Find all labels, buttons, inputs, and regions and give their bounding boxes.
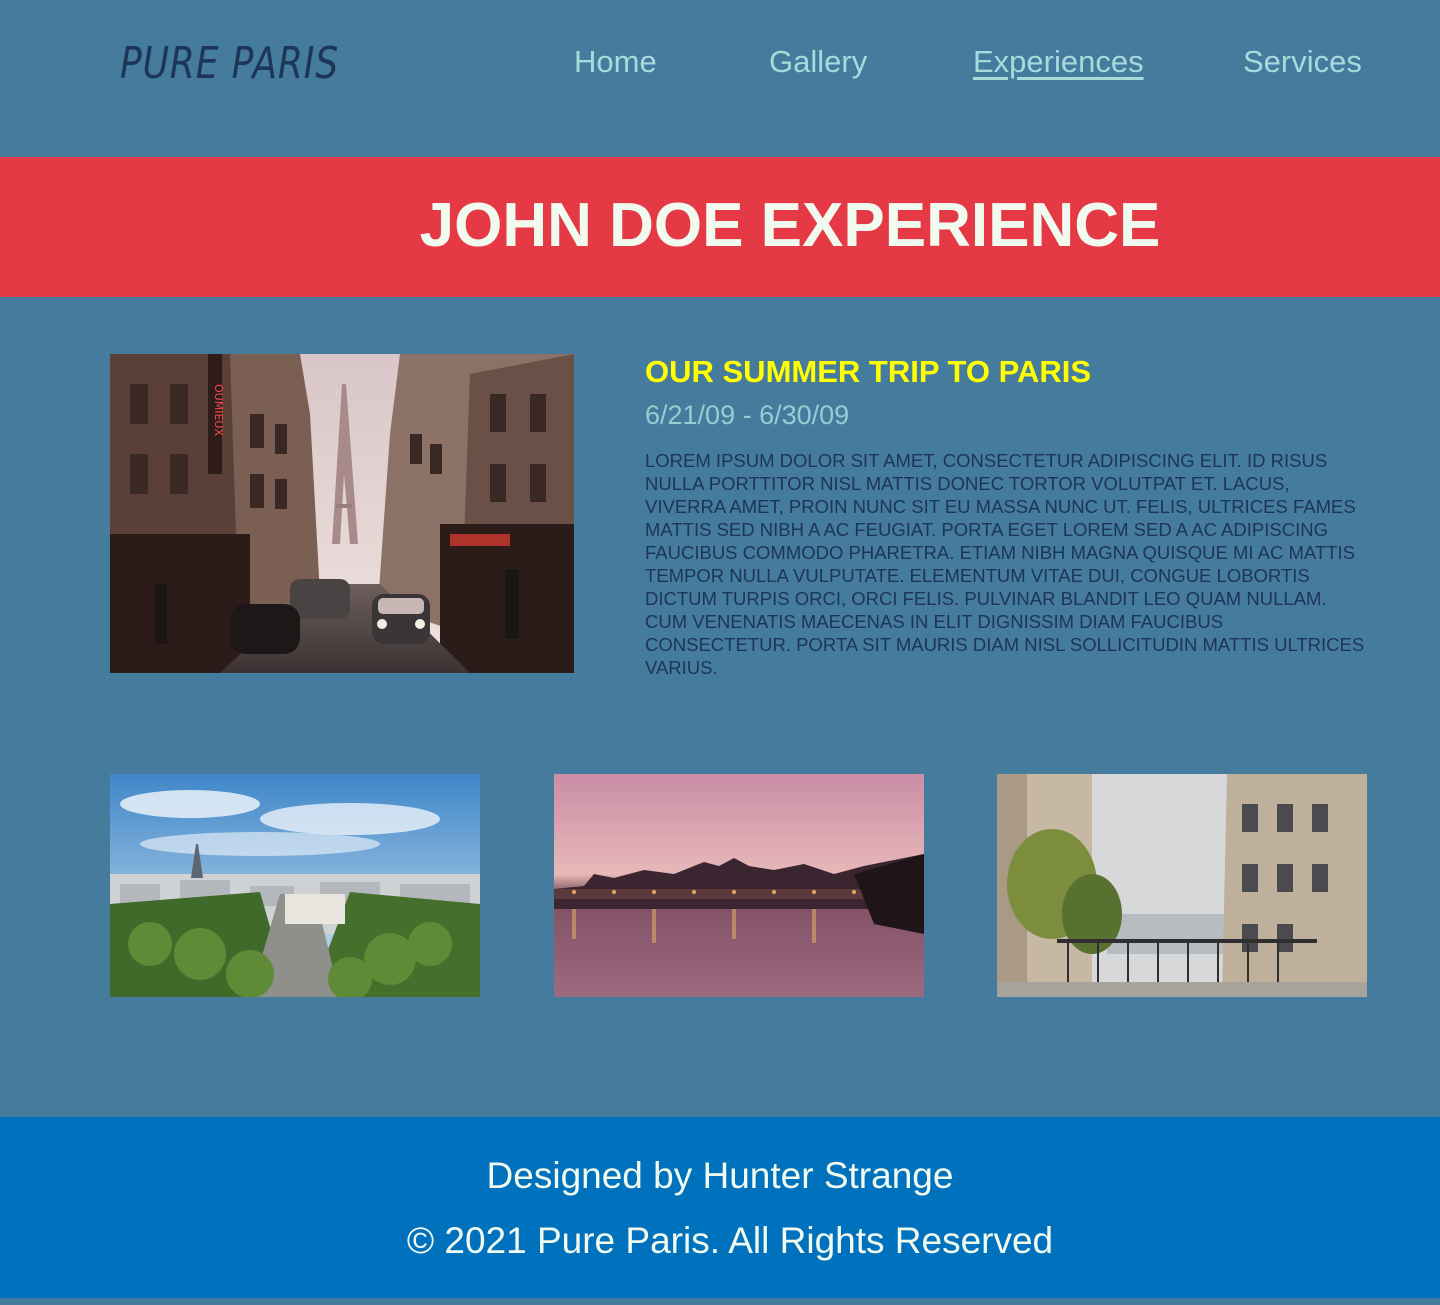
paris-street-photo: OUMIEUX [110, 354, 574, 673]
footer-credit: Designed by Hunter Strange [486, 1155, 954, 1196]
trip-description: Lorem ipsum dolor sit amet, consectetur … [645, 450, 1365, 678]
nav-link-services[interactable]: Services [1243, 44, 1362, 80]
svg-text:OUMIEUX: OUMIEUX [212, 384, 225, 436]
trip-title: OUR SUMMER TRIP TO PARIS [645, 354, 1092, 389]
site-logo[interactable]: PURE PARIS [120, 38, 339, 89]
montmartre-balcony-photo[interactable] [997, 774, 1367, 997]
hero-banner: JOHN DOE EXPERIENCE [0, 157, 1440, 297]
footer-copyright: © 2021 Pure Paris. All Rights Reserved [406, 1220, 1054, 1261]
nav-link-experiences[interactable]: Experiences [973, 44, 1144, 80]
paris-skyline-photo[interactable] [110, 774, 480, 997]
bottom-divider [0, 1298, 1440, 1305]
trip-dates: 6/21/09 - 6/30/09 [645, 400, 850, 430]
site-footer: Designed by Hunter Strange © 2021 Pure P… [0, 1117, 1440, 1298]
page-title: JOHN DOE EXPERIENCE [419, 191, 1161, 260]
nav-link-gallery[interactable]: Gallery [769, 44, 867, 80]
page: PURE PARIS Home Gallery Experiences Serv… [0, 0, 1440, 1305]
nav-link-home[interactable]: Home [574, 44, 657, 80]
site-header: PURE PARIS Home Gallery Experiences Serv… [0, 0, 1440, 157]
seine-sunset-photo[interactable] [554, 774, 924, 997]
